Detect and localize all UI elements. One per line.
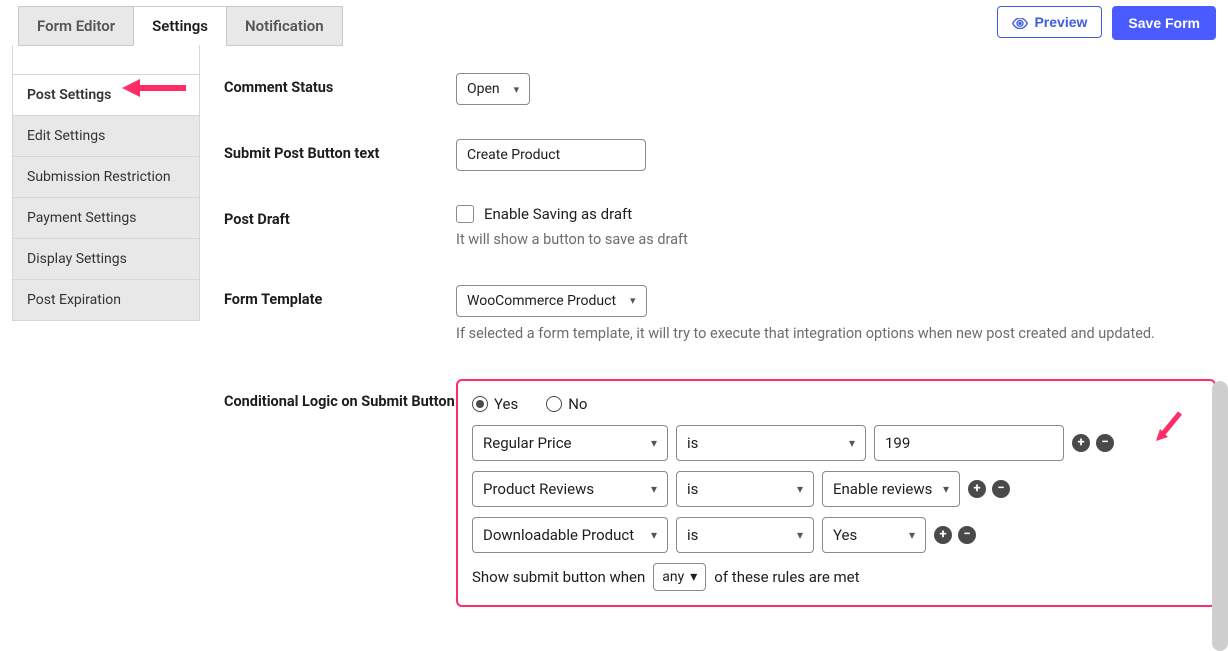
remove-rule-button[interactable]: −: [958, 526, 976, 544]
chevron-down-icon: ▾: [651, 436, 657, 450]
sidebar-item-edit-settings[interactable]: Edit Settings: [12, 115, 200, 157]
form-template-helper: If selected a form template, it will try…: [456, 323, 1176, 345]
radio-label: No: [568, 395, 587, 413]
chevron-down-icon: ▾: [651, 528, 657, 542]
select-value: is: [687, 434, 698, 452]
cond-rule-row: Downloadable Product ▾ is ▾ Yes ▾ +−: [472, 517, 1200, 553]
tab-settings[interactable]: Settings: [133, 6, 227, 46]
cond-rule-field-select[interactable]: Regular Price ▾: [472, 425, 668, 461]
chevron-down-icon: ▾: [514, 83, 520, 96]
cond-footer-pre: Show submit button when: [472, 568, 645, 586]
select-value: is: [687, 526, 698, 544]
chevron-down-icon: ▾: [943, 482, 949, 496]
sidebar-item-label: Submission Restriction: [27, 169, 171, 185]
radio-label: Yes: [494, 395, 518, 413]
top-tabs: Form Editor Settings Notification: [18, 6, 342, 46]
cond-rule-field-select[interactable]: Downloadable Product ▾: [472, 517, 668, 553]
radio-icon: [472, 396, 488, 412]
sidebar-item-payment-settings[interactable]: Payment Settings: [12, 197, 200, 239]
cond-rule-value-input[interactable]: 199: [874, 425, 1064, 461]
cond-rule-row: Product Reviews ▾ is ▾ Enable reviews ▾ +−: [472, 471, 1200, 507]
cond-rule-op-select[interactable]: is ▾: [676, 425, 866, 461]
select-value: Regular Price: [483, 434, 572, 452]
cond-footer: Show submit button when any ▾ of these r…: [472, 563, 1200, 591]
cond-rule-field-select[interactable]: Product Reviews ▾: [472, 471, 668, 507]
cond-rule-actions: +−: [934, 526, 976, 544]
sidebar-item-post-expiration[interactable]: Post Expiration: [12, 279, 200, 321]
sidebar-item-display-settings[interactable]: Display Settings: [12, 238, 200, 280]
cond-footer-post: of these rules are met: [714, 568, 859, 586]
preview-button[interactable]: Preview: [997, 6, 1102, 38]
chevron-down-icon: ▾: [797, 528, 803, 542]
chevron-down-icon: ▾: [630, 294, 636, 307]
cond-rule-value-select[interactable]: Yes ▾: [822, 517, 926, 553]
sidebar-item-label: Display Settings: [27, 251, 127, 267]
chevron-down-icon: ▾: [909, 528, 915, 542]
cond-rule-value-select[interactable]: Enable reviews ▾: [822, 471, 960, 507]
select-value: any: [662, 569, 684, 585]
label-conditional-logic: Conditional Logic on Submit Button: [224, 379, 456, 410]
post-draft-checkbox[interactable]: [456, 205, 474, 223]
select-value: Downloadable Product: [483, 526, 634, 544]
form-template-select[interactable]: WooCommerce Product ▾: [456, 285, 647, 317]
tab-form-editor[interactable]: Form Editor: [18, 6, 134, 46]
settings-sidebar: Post Settings Edit Settings Submission R…: [12, 45, 200, 607]
cond-radio-no[interactable]: No: [546, 395, 587, 413]
remove-rule-button[interactable]: −: [1096, 434, 1114, 452]
sidebar-item-label: Post Settings: [27, 87, 111, 103]
post-draft-check-label: Enable Saving as draft: [484, 205, 632, 223]
add-rule-button[interactable]: +: [1072, 434, 1090, 452]
sidebar-item-submission-restriction[interactable]: Submission Restriction: [12, 156, 200, 198]
select-value: Open: [467, 81, 500, 97]
add-rule-button[interactable]: +: [968, 480, 986, 498]
chevron-down-icon: ▾: [651, 482, 657, 496]
input-value: 199: [885, 434, 910, 452]
top-bar: Form Editor Settings Notification Previe…: [0, 0, 1228, 46]
conditional-logic-box: Yes No Regular Price▾is▾199+−Product Rev…: [456, 379, 1216, 607]
submit-text-input[interactable]: Create Product: [456, 139, 646, 171]
label-submit-text: Submit Post Button text: [224, 139, 456, 162]
select-value: is: [687, 480, 698, 498]
chevron-down-icon: ▾: [690, 569, 697, 585]
cond-rule-op-select[interactable]: is ▾: [676, 471, 814, 507]
tab-notification[interactable]: Notification: [226, 6, 343, 46]
post-draft-helper: It will show a button to save as draft: [456, 229, 1176, 251]
scrollbar[interactable]: [1212, 381, 1228, 651]
eye-icon: [1012, 16, 1028, 28]
label-post-draft: Post Draft: [224, 205, 456, 228]
sidebar-item-label: Payment Settings: [27, 210, 137, 226]
cond-radio-yes[interactable]: Yes: [472, 395, 518, 413]
cond-match-select[interactable]: any ▾: [653, 563, 706, 591]
remove-rule-button[interactable]: −: [992, 480, 1010, 498]
label-comment-status: Comment Status: [224, 73, 456, 96]
cond-rule-row: Regular Price ▾ is ▾ 199 +−: [472, 425, 1200, 461]
preview-label: Preview: [1034, 14, 1087, 30]
sidebar-item-label: Post Expiration: [27, 292, 121, 308]
select-value: Yes: [833, 526, 857, 544]
select-value: Product Reviews: [483, 480, 594, 498]
sidebar-item-post-settings[interactable]: Post Settings: [12, 74, 200, 116]
chevron-down-icon: ▾: [849, 436, 855, 450]
cond-rule-actions: +−: [1072, 434, 1114, 452]
save-form-button[interactable]: Save Form: [1112, 6, 1216, 40]
cond-rule-actions: +−: [968, 480, 1010, 498]
cond-rule-op-select[interactable]: is ▾: [676, 517, 814, 553]
select-value: WooCommerce Product: [467, 293, 616, 309]
sidebar-item-label: Edit Settings: [27, 128, 105, 144]
add-rule-button[interactable]: +: [934, 526, 952, 544]
select-value: Enable reviews: [833, 480, 932, 498]
radio-icon: [546, 396, 562, 412]
main-panel: Comment Status Open ▾ Submit Post Button…: [200, 45, 1216, 607]
chevron-down-icon: ▾: [797, 482, 803, 496]
comment-status-select[interactable]: Open ▾: [456, 73, 530, 105]
label-form-template: Form Template: [224, 285, 456, 308]
input-value: Create Product: [467, 147, 560, 163]
